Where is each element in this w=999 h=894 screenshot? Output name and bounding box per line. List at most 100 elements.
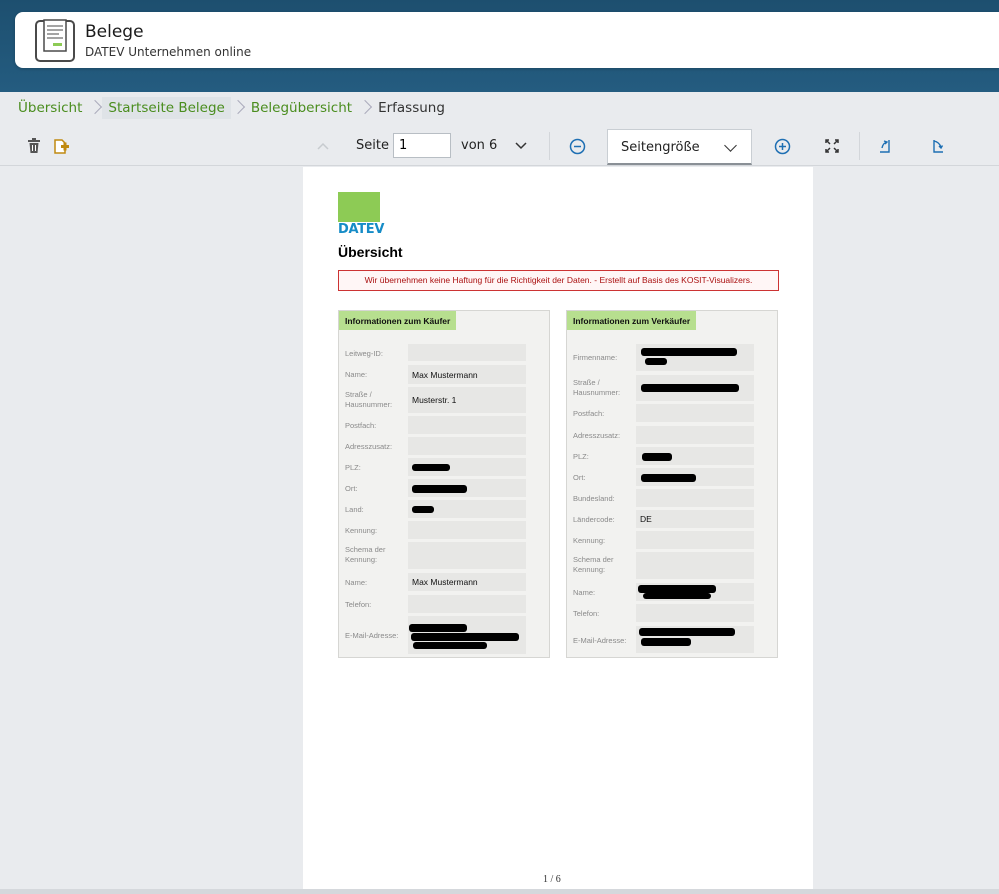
buyer-info-panel: Informationen zum Käufer Leitweg-ID: Nam… [338, 310, 550, 658]
field-label: Leitweg-ID: [345, 349, 383, 358]
breadcrumb-uebersicht[interactable]: Übersicht [12, 97, 88, 119]
add-document-icon[interactable] [52, 136, 70, 156]
redaction-mark [412, 506, 434, 513]
document-heading: Übersicht [338, 244, 403, 260]
chevron-down-icon[interactable] [512, 136, 530, 156]
page-label: Seite [356, 138, 389, 153]
logo-text: DATEV [338, 222, 385, 237]
redaction-mark [638, 585, 716, 593]
zoom-in-icon[interactable] [773, 136, 791, 156]
breadcrumb-startseite-belege[interactable]: Startseite Belege [102, 97, 231, 119]
field-label: PLZ: [573, 452, 589, 461]
chevron-up-icon[interactable] [314, 136, 332, 156]
seller-panel-title: Informationen zum Verkäufer [567, 311, 697, 330]
page-total-label: von 6 [461, 138, 498, 153]
disclaimer-box: Wir übernehmen keine Haftung für die Ric… [338, 270, 779, 291]
field-label: Land: [345, 505, 364, 514]
redaction-mark [641, 638, 691, 646]
redaction-mark [641, 348, 737, 356]
document-page: DATEV Übersicht Wir übernehmen keine Haf… [303, 167, 813, 889]
field-label: Ländercode: [573, 515, 615, 524]
chevron-right-icon [231, 96, 245, 120]
field-value [408, 521, 526, 539]
redaction-mark [645, 358, 667, 365]
redaction-mark [641, 384, 739, 392]
trash-icon[interactable] [26, 136, 42, 156]
field-value [636, 531, 754, 549]
zoom-select-value: Seitengröße [621, 140, 700, 155]
redaction-mark [412, 485, 467, 493]
field-label: Kennung: [345, 526, 378, 535]
app-subtitle: DATEV Unternehmen online [85, 45, 252, 59]
field-value [636, 426, 754, 444]
redaction-mark [643, 593, 711, 599]
field-label: Ort: [573, 473, 586, 482]
field-label: Ort: [345, 484, 358, 493]
redaction-mark [413, 642, 487, 649]
field-label: E-Mail-Adresse: [573, 636, 627, 645]
app-header: Belege DATEV Unternehmen online [0, 0, 999, 92]
field-label: Kennung: [573, 536, 606, 545]
redaction-mark [411, 633, 519, 641]
field-value [636, 604, 754, 622]
redaction-mark [409, 624, 467, 632]
app-title-card: Belege DATEV Unternehmen online [15, 12, 999, 68]
toolbar-divider [549, 132, 550, 160]
chevron-down-icon [724, 139, 737, 152]
field-value [408, 595, 526, 613]
rotate-left-icon[interactable] [877, 136, 895, 156]
viewer-toolbar: Seite von 6 Seitengröße [0, 126, 999, 166]
field-label: Bundesland: [573, 494, 615, 503]
field-label: E-Mail-Adresse: [345, 631, 399, 640]
field-value [408, 416, 526, 434]
page-number-input[interactable] [393, 133, 451, 158]
buyer-panel-title: Informationen zum Käufer [339, 311, 457, 330]
datev-logo: DATEV [338, 192, 385, 237]
field-value [636, 489, 754, 507]
zoom-select[interactable]: Seitengröße [607, 129, 752, 165]
field-value [408, 437, 526, 455]
field-label: Telefon: [345, 600, 372, 609]
field-label: Adresszusatz: [573, 431, 621, 440]
breadcrumb-erfassung: Erfassung [378, 100, 445, 116]
toolbar-divider [859, 132, 860, 160]
field-label: Name: [345, 578, 368, 587]
field-label: PLZ: [345, 463, 361, 472]
field-value [408, 344, 526, 361]
field-value [636, 552, 754, 579]
chevron-right-icon [88, 96, 102, 120]
field-label: Schema der Kennung: [345, 545, 386, 564]
bottom-strip [0, 889, 999, 894]
field-value: DE [636, 510, 754, 528]
field-label: Telefon: [573, 609, 600, 618]
fullscreen-icon[interactable] [823, 136, 841, 156]
field-value [636, 404, 754, 422]
seller-info-panel: Informationen zum Verkäufer Firmenname: … [566, 310, 778, 658]
page-counter: 1 / 6 [543, 874, 561, 885]
redaction-mark [641, 474, 696, 482]
field-label: Postfach: [345, 421, 377, 430]
field-label: Schema der Kennung: [573, 555, 614, 574]
field-label: Name: [345, 370, 368, 379]
field-label: Straße / Hausnummer: [345, 390, 393, 409]
rotate-right-icon[interactable] [928, 136, 946, 156]
logo-square [338, 192, 380, 222]
field-value [408, 542, 526, 569]
redaction-mark [642, 453, 672, 461]
breadcrumb: Übersicht Startseite Belege Belegübersic… [12, 96, 451, 120]
zoom-out-icon[interactable] [568, 136, 586, 156]
chevron-right-icon [358, 96, 372, 120]
app-title: Belege [85, 22, 144, 42]
field-label: Firmenname: [573, 353, 618, 362]
field-value: Musterstr. 1 [408, 387, 526, 413]
field-label: Name: [573, 588, 596, 597]
field-label: Straße / Hausnummer: [573, 378, 621, 397]
redaction-mark [412, 464, 450, 471]
field-value: Max Mustermann [408, 573, 526, 591]
breadcrumb-beleguebersicht[interactable]: Belegübersicht [245, 97, 358, 119]
receipt-icon [35, 18, 75, 62]
field-label: Adresszusatz: [345, 442, 393, 451]
redaction-mark [639, 628, 735, 636]
field-value: Max Mustermann [408, 365, 526, 384]
field-label: Postfach: [573, 409, 605, 418]
